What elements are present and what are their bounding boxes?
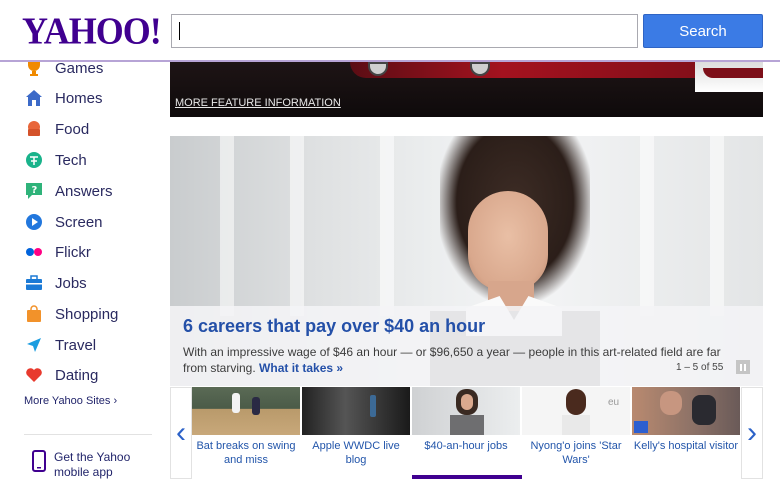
pause-icon[interactable] xyxy=(736,360,750,374)
sidebar-item-label: Homes xyxy=(55,89,103,107)
hero-title[interactable]: 6 careers that pay over $40 an hour xyxy=(183,316,485,337)
tech-icon xyxy=(24,150,44,170)
answers-icon: ? xyxy=(24,181,44,201)
carousel-item[interactable]: eu Nyong'o joins 'Star Wars' xyxy=(522,387,632,479)
background-window xyxy=(640,136,654,316)
hero-person-face xyxy=(468,191,548,291)
sidebar-item-travel[interactable]: Travel xyxy=(24,334,96,356)
sidebar-item-label: Jobs xyxy=(55,274,87,292)
sidebar: Games Homes Food Tech ? Answers Screen F… xyxy=(0,59,160,490)
jobs-icon xyxy=(24,273,44,293)
sidebar-item-label: Answers xyxy=(55,182,113,200)
travel-icon xyxy=(24,335,44,355)
baseball-thumbnail xyxy=(192,387,300,435)
nyongo-thumbnail: eu xyxy=(522,387,630,435)
background-window xyxy=(710,136,724,316)
hospital-visit-thumbnail xyxy=(632,387,740,435)
sidebar-item-dating[interactable]: Dating xyxy=(24,364,98,386)
sidebar-divider xyxy=(24,434,152,435)
food-icon xyxy=(24,119,44,139)
carousel-caption: Bat breaks on swing and miss xyxy=(196,440,296,466)
sidebar-item-screen[interactable]: Screen xyxy=(24,211,103,233)
story-carousel: ‹ Bat breaks on swing and miss Apple WWD… xyxy=(170,387,763,480)
feature-banner[interactable]: MORE FEATURE INFORMATION xyxy=(170,62,763,117)
background-window xyxy=(290,136,304,316)
chevron-right-icon: › xyxy=(747,416,757,449)
shopping-icon xyxy=(24,304,44,324)
more-feature-information-link[interactable]: MORE FEATURE INFORMATION xyxy=(175,97,341,109)
flickr-icon xyxy=(24,242,44,262)
sidebar-item-answers[interactable]: ? Answers xyxy=(24,180,113,202)
sidebar-item-label: Shopping xyxy=(55,305,119,323)
video-play-icon xyxy=(634,421,648,433)
sidebar-item-homes[interactable]: Homes xyxy=(24,87,103,109)
story-counter: 1 – 5 of 55 xyxy=(676,362,724,373)
sidebar-item-food[interactable]: Food xyxy=(24,118,89,140)
sidebar-item-label: Dating xyxy=(55,366,99,384)
get-app-label: Get the Yahoo mobile app xyxy=(54,450,131,479)
sidebar-item-shopping[interactable]: Shopping xyxy=(24,303,118,325)
dating-icon xyxy=(24,365,44,385)
sidebar-item-jobs[interactable]: Jobs xyxy=(24,272,87,294)
carousel-caption: Nyong'o joins 'Star Wars' xyxy=(530,440,622,466)
what-it-takes-link[interactable]: What it takes » xyxy=(259,361,343,375)
sidebar-item-tech[interactable]: Tech xyxy=(24,149,87,171)
active-indicator xyxy=(412,475,522,479)
sidebar-item-flickr[interactable]: Flickr xyxy=(24,241,91,263)
header: YAHOO! Search xyxy=(0,0,780,62)
search-button[interactable]: Search xyxy=(643,14,763,48)
chevron-left-icon: ‹ xyxy=(176,416,186,449)
wwdc-thumbnail xyxy=(302,387,410,435)
carousel-prev-button[interactable]: ‹ xyxy=(170,387,192,479)
carousel-item[interactable]: Apple WWDC live blog xyxy=(302,387,412,479)
more-sites-label: More Yahoo Sites xyxy=(24,395,111,407)
yahoo-logo[interactable]: YAHOO! xyxy=(22,9,162,53)
get-mobile-app-link[interactable]: Get the Yahoo mobile app xyxy=(32,450,154,480)
phone-icon xyxy=(32,450,46,477)
carousel-caption: Apple WWDC live blog xyxy=(312,440,400,466)
sidebar-item-label: Travel xyxy=(55,336,97,354)
screen-icon xyxy=(24,212,44,232)
hero-description: With an impressive wage of $46 an hour —… xyxy=(183,344,743,376)
car-image-right xyxy=(695,62,763,92)
careers-thumbnail xyxy=(412,387,520,435)
carousel-caption: Kelly's hospital visitor xyxy=(633,440,739,452)
background-window xyxy=(220,136,234,316)
more-yahoo-sites-link[interactable]: More Yahoo Sites › xyxy=(24,395,117,407)
carousel-item-active[interactable]: $40-an-hour jobs xyxy=(412,387,522,479)
svg-text:?: ? xyxy=(32,185,38,196)
sidebar-item-label: Flickr xyxy=(55,243,91,261)
carousel-item[interactable]: Bat breaks on swing and miss xyxy=(192,387,302,479)
background-window xyxy=(380,136,394,316)
chevron-right-icon: › xyxy=(113,395,118,407)
sidebar-item-label: Games xyxy=(55,59,104,77)
homes-icon xyxy=(24,88,44,108)
sidebar-item-label: Screen xyxy=(55,213,103,231)
hero-story[interactable]: 6 careers that pay over $40 an hour With… xyxy=(170,136,763,386)
carousel-next-button[interactable]: › xyxy=(741,387,763,479)
carousel-caption: $40-an-hour jobs xyxy=(424,440,508,452)
text-caret xyxy=(179,22,180,40)
carousel-item[interactable]: Kelly's hospital visitor xyxy=(632,387,742,479)
car-image xyxy=(350,62,730,78)
sidebar-item-label: Tech xyxy=(55,151,87,169)
search-input[interactable] xyxy=(171,14,638,48)
sidebar-item-label: Food xyxy=(55,120,90,138)
